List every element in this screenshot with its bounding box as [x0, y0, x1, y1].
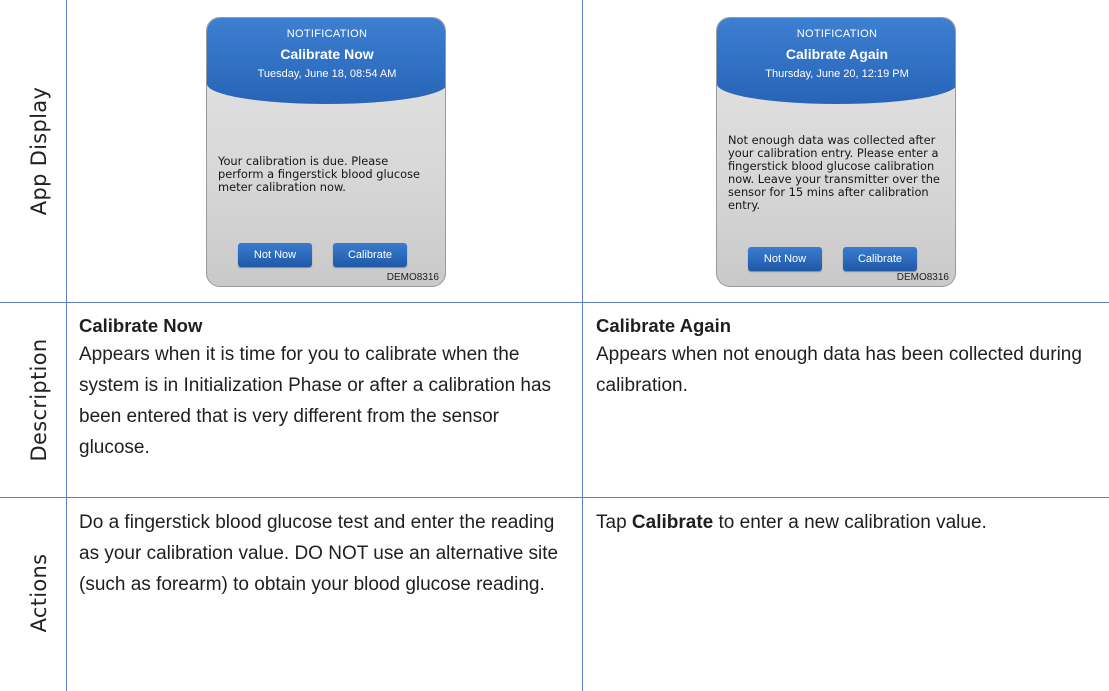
notification-date: Thursday, June 20, 12:19 PM — [765, 68, 909, 80]
notification-screen-calibrate-again: NOTIFICATION Calibrate Again Thursday, J… — [716, 17, 956, 287]
row-label-app-display: App Display — [27, 86, 51, 216]
notification-header: NOTIFICATION Calibrate Again Thursday, J… — [717, 18, 955, 104]
notification-kicker: NOTIFICATION — [286, 28, 368, 40]
divider-row-2 — [0, 497, 1109, 498]
actions-calibrate-again: Tap Calibrate to enter a new calibration… — [596, 507, 1096, 538]
actions-calibrate-keyword: Calibrate — [631, 512, 714, 533]
notification-kicker: NOTIFICATION — [796, 28, 878, 40]
divider-row-1 — [0, 302, 1109, 303]
screen-code: DEMO8316 — [896, 272, 949, 283]
not-now-button[interactable]: Not Now — [748, 247, 822, 271]
divider-middle — [582, 0, 583, 691]
screen-code: DEMO8316 — [386, 272, 439, 283]
notification-message: Not enough data was collected after your… — [728, 133, 940, 212]
description-text: Appears when it is time for you to calib… — [79, 344, 552, 458]
notification-message: Your calibration is due. Please perform … — [218, 154, 421, 194]
actions-text-suffix: to enter a new calibration value. — [713, 512, 987, 533]
notification-title: Calibrate Again — [785, 46, 889, 62]
description-heading: Calibrate Again — [596, 315, 732, 336]
notification-screen-calibrate-now: NOTIFICATION Calibrate Now Tuesday, June… — [206, 17, 446, 287]
notification-date: Tuesday, June 18, 08:54 AM — [257, 68, 397, 80]
description-calibrate-now: Calibrate Now Appears when it is time fo… — [79, 313, 574, 463]
calibrate-button[interactable]: Calibrate — [843, 247, 917, 271]
description-text: Appears when not enough data has been co… — [596, 344, 1082, 396]
calibrate-button[interactable]: Calibrate — [333, 243, 407, 267]
row-label-actions: Actions — [27, 553, 51, 633]
row-label-description: Description — [27, 338, 51, 462]
actions-calibrate-now: Do a fingerstick blood glucose test and … — [79, 507, 574, 600]
divider-left — [66, 0, 67, 691]
actions-text-prefix: Tap — [596, 512, 632, 533]
actions-text: Do a fingerstick blood glucose test and … — [79, 512, 559, 595]
description-calibrate-again: Calibrate Again Appears when not enough … — [596, 313, 1091, 401]
notification-title: Calibrate Now — [280, 46, 374, 62]
description-heading: Calibrate Now — [79, 315, 203, 336]
not-now-button[interactable]: Not Now — [238, 243, 312, 267]
notification-header: NOTIFICATION Calibrate Now Tuesday, June… — [207, 18, 445, 104]
